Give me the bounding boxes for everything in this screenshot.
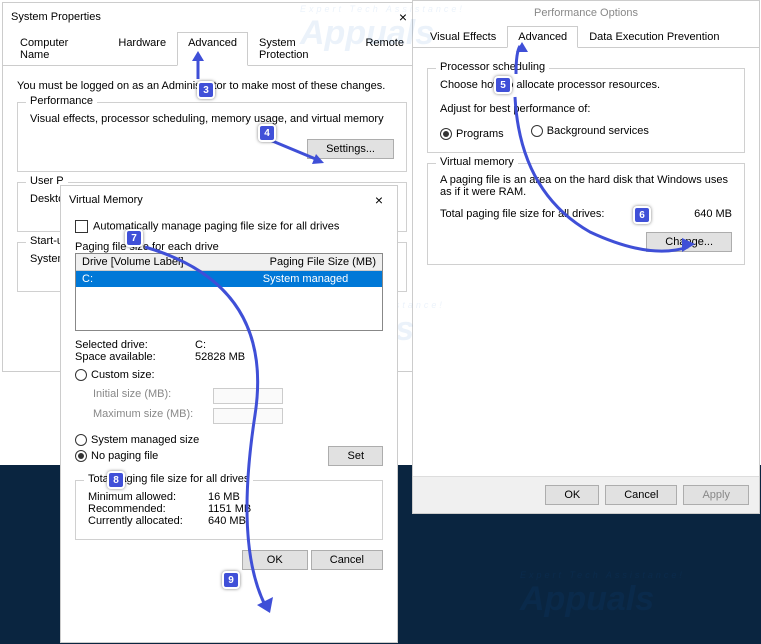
radio-no-paging[interactable]: No paging file xyxy=(75,450,158,462)
titlebar: Performance Options xyxy=(413,1,759,25)
titlebar: Virtual Memory × xyxy=(61,186,397,214)
callout-9: 9 xyxy=(222,571,240,589)
radio-custom-size[interactable]: Custom size: xyxy=(75,369,155,381)
tab-computer-name[interactable]: Computer Name xyxy=(9,32,107,66)
tab-advanced[interactable]: Advanced xyxy=(507,26,578,48)
drive-row: C:System managed xyxy=(76,271,382,287)
virtual-memory-group: Virtual memory A paging file is an area … xyxy=(427,163,745,265)
sysprops-tabs: Computer Name Hardware Advanced System P… xyxy=(3,31,421,66)
window-title: System Properties xyxy=(11,11,101,23)
ok-button[interactable]: OK xyxy=(545,485,599,505)
cancel-button[interactable]: Cancel xyxy=(311,550,383,570)
callout-7: 7 xyxy=(125,229,143,247)
tab-visual-effects[interactable]: Visual Effects xyxy=(419,26,507,48)
radio-programs[interactable]: Programs xyxy=(440,128,504,140)
processor-scheduling-group: Processor scheduling Choose how to alloc… xyxy=(427,68,745,153)
titlebar: System Properties × xyxy=(3,3,421,31)
performance-options-window: Performance Options Visual Effects Advan… xyxy=(412,0,760,514)
performance-settings-button[interactable]: Settings... xyxy=(307,139,394,159)
total-paging-group: Total paging file size for all drives Mi… xyxy=(75,480,383,540)
close-icon[interactable]: × xyxy=(393,9,413,25)
tab-hardware[interactable]: Hardware xyxy=(107,32,177,66)
callout-5: 5 xyxy=(494,76,512,94)
auto-manage-checkbox[interactable]: Automatically manage paging file size fo… xyxy=(75,220,383,233)
initial-size-input xyxy=(213,388,283,404)
callout-8: 8 xyxy=(107,471,125,489)
radio-background[interactable]: Background services xyxy=(531,125,649,137)
window-title: Virtual Memory xyxy=(69,194,143,206)
callout-6: 6 xyxy=(633,206,651,224)
ok-button[interactable]: OK xyxy=(242,550,308,570)
perfopt-tabs: Visual Effects Advanced Data Execution P… xyxy=(413,25,759,48)
window-title: Performance Options xyxy=(534,7,638,19)
callout-4: 4 xyxy=(258,124,276,142)
total-paging-value: 640 MB xyxy=(694,208,732,220)
cancel-button[interactable]: Cancel xyxy=(605,485,677,505)
tab-advanced[interactable]: Advanced xyxy=(177,32,248,66)
change-button[interactable]: Change... xyxy=(646,232,732,252)
tab-dep[interactable]: Data Execution Prevention xyxy=(578,26,730,48)
tab-remote[interactable]: Remote xyxy=(354,32,415,66)
apply-button[interactable]: Apply xyxy=(683,485,749,505)
max-size-input xyxy=(213,408,283,424)
drive-list[interactable]: Drive [Volume Label]Paging File Size (MB… xyxy=(75,253,383,331)
callout-3: 3 xyxy=(197,81,215,99)
radio-system-managed[interactable]: System managed size xyxy=(75,434,359,446)
performance-group: Performance Visual effects, processor sc… xyxy=(17,102,407,172)
tab-system-protection[interactable]: System Protection xyxy=(248,32,354,66)
close-icon[interactable]: × xyxy=(369,192,389,208)
set-button[interactable]: Set xyxy=(328,446,383,466)
